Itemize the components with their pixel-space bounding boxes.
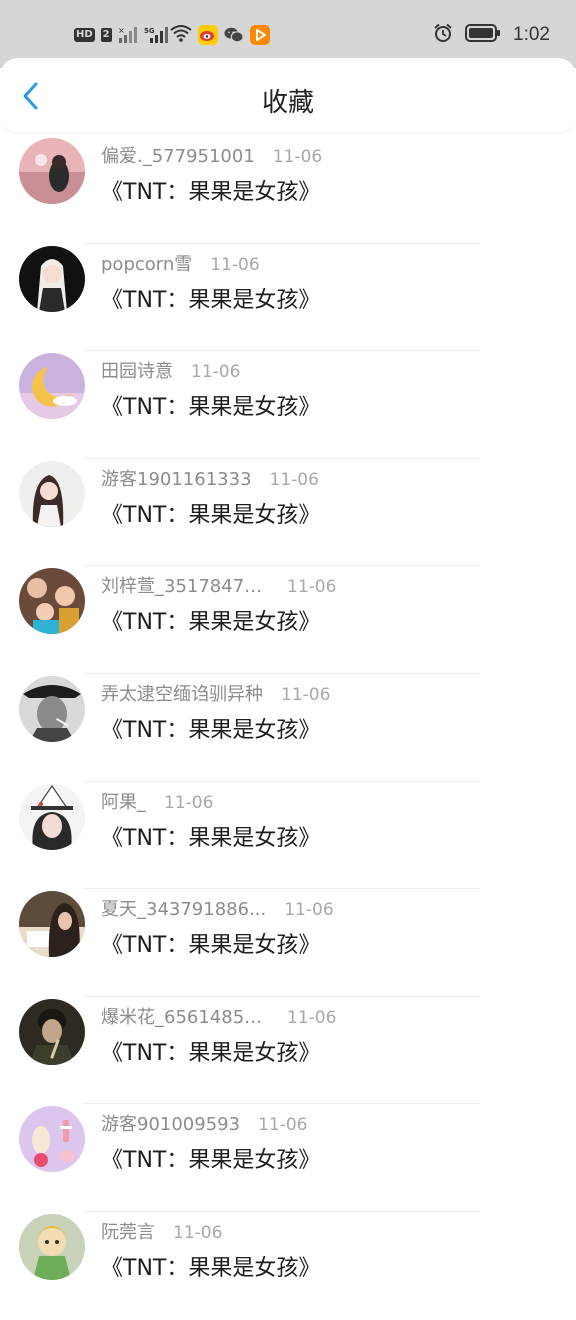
- header: 收藏: [0, 58, 576, 132]
- item-date: 11-06: [281, 684, 331, 705]
- battery-icon: [465, 24, 501, 46]
- item-date: 11-06: [164, 792, 214, 813]
- item-meta: 阮莞言 11-06: [101, 1218, 222, 1244]
- item-meta: 游客901009593 11-06: [101, 1110, 307, 1136]
- avatar: [19, 1213, 85, 1280]
- wifi-icon: [170, 24, 192, 46]
- avatar: [19, 460, 85, 527]
- book-title: 《TNT：果果是女孩》: [101, 933, 321, 959]
- item-date: 11-06: [272, 147, 323, 167]
- list-item[interactable]: 游客901009593 11-06 《TNT：果果是女孩》: [0, 1104, 576, 1212]
- author-name: 偏爱._577951001: [101, 146, 255, 167]
- item-date: 11-06: [284, 900, 334, 921]
- list-item[interactable]: popcorn雪 11-06 《TNT：果果是女孩》: [0, 244, 576, 352]
- book-title: 《TNT：果果是女孩》: [101, 395, 321, 421]
- avatar: [19, 998, 85, 1065]
- list-item[interactable]: 偏爱._577951001 11-06 《TNT：果果是女孩》: [0, 136, 576, 244]
- item-date: 11-06: [287, 577, 337, 598]
- author-name: 夏天_343791886...: [101, 899, 267, 921]
- item-meta: 田园诗意 11-06: [101, 357, 240, 383]
- alarm-icon: [433, 23, 453, 47]
- list-item[interactable]: 阮莞言 11-06 《TNT：果果是女孩》: [0, 1212, 576, 1320]
- author-name: 游客901009593: [101, 1114, 241, 1136]
- author-name: 阿果_: [101, 791, 146, 813]
- author-name: popcorn雪: [101, 253, 193, 275]
- item-meta: 夏天_343791886... 11-06: [101, 895, 334, 921]
- book-title: 《TNT：果果是女孩》: [101, 1148, 321, 1174]
- book-title: 《TNT：果果是女孩》: [101, 717, 321, 743]
- item-meta: 弄太逮空缅诌驯异种 11-06: [101, 680, 330, 706]
- signal-5g-icon: 5G: [144, 26, 168, 44]
- author-name: 游客1901161333: [101, 468, 252, 490]
- clock: 1:02: [513, 24, 550, 45]
- avatar: [19, 245, 85, 312]
- avatar: [19, 1106, 85, 1173]
- weibo-icon: [197, 25, 218, 45]
- signal-icon: ×: [118, 26, 138, 44]
- book-title: 《TNT：果果是女孩》: [101, 1255, 321, 1281]
- hd-badge: HD: [74, 28, 95, 42]
- favorites-list: 偏爱._577951001 11-06 《TNT：果果是女孩》 popcorn雪…: [0, 136, 576, 1320]
- item-date: 11-06: [287, 1007, 337, 1028]
- item-meta: 阿果_ 11-06: [101, 788, 213, 814]
- item-date: 11-06: [269, 469, 319, 490]
- item-date: 11-06: [258, 1115, 308, 1136]
- item-meta: 刘梓萱_35178477... 11-06: [101, 572, 336, 598]
- author-name: 爆米花_65614850...: [101, 1006, 269, 1028]
- avatar: [19, 675, 85, 742]
- list-item[interactable]: 弄太逮空缅诌驯异种 11-06 《TNT：果果是女孩》: [0, 674, 576, 782]
- book-title: 《TNT：果果是女孩》: [101, 287, 321, 313]
- item-date: 11-06: [191, 362, 241, 383]
- book-title: 《TNT：果果是女孩》: [101, 825, 321, 851]
- svg-text:×: ×: [118, 26, 125, 35]
- list-item[interactable]: 田园诗意 11-06 《TNT：果果是女孩》: [0, 351, 576, 459]
- author-name: 阮莞言: [101, 1221, 155, 1243]
- avatar: [19, 138, 85, 204]
- status-right: 1:02: [433, 22, 550, 48]
- list-item[interactable]: 爆米花_65614850... 11-06 《TNT：果果是女孩》: [0, 997, 576, 1105]
- book-title: 《TNT：果果是女孩》: [101, 502, 321, 528]
- video-app-icon: [249, 25, 270, 45]
- list-item[interactable]: 游客1901161333 11-06 《TNT：果果是女孩》: [0, 459, 576, 567]
- item-meta: 爆米花_65614850... 11-06: [101, 1003, 336, 1029]
- avatar: [19, 568, 85, 635]
- author-name: 田园诗意: [101, 361, 173, 383]
- book-title: 《TNT：果果是女孩》: [101, 610, 321, 636]
- svg-text:5G: 5G: [144, 27, 155, 35]
- sim-badge: 2: [100, 28, 112, 42]
- status-left: HD 2 × 5G: [74, 22, 270, 48]
- book-title: 《TNT：果果是女孩》: [101, 1040, 321, 1066]
- list-item[interactable]: 夏天_343791886... 11-06 《TNT：果果是女孩》: [0, 889, 576, 997]
- wechat-icon: [224, 25, 244, 45]
- item-meta: popcorn雪 11-06: [101, 250, 260, 276]
- item-date: 11-06: [173, 1222, 223, 1243]
- item-date: 11-06: [210, 254, 260, 275]
- item-meta: 偏爱._577951001 11-06: [101, 142, 322, 168]
- list-item[interactable]: 刘梓萱_35178477... 11-06 《TNT：果果是女孩》: [0, 566, 576, 674]
- page-title: 收藏: [261, 88, 314, 118]
- avatar: [19, 891, 85, 958]
- book-title: 《TNT：果果是女孩》: [101, 180, 321, 205]
- avatar: [19, 783, 85, 850]
- author-name: 刘梓萱_35178477...: [101, 576, 269, 598]
- list-item[interactable]: 阿果_ 11-06 《TNT：果果是女孩》: [0, 782, 576, 890]
- author-name: 弄太逮空缅诌驯异种: [101, 683, 263, 705]
- avatar: [19, 353, 85, 420]
- item-meta: 游客1901161333 11-06: [101, 465, 319, 491]
